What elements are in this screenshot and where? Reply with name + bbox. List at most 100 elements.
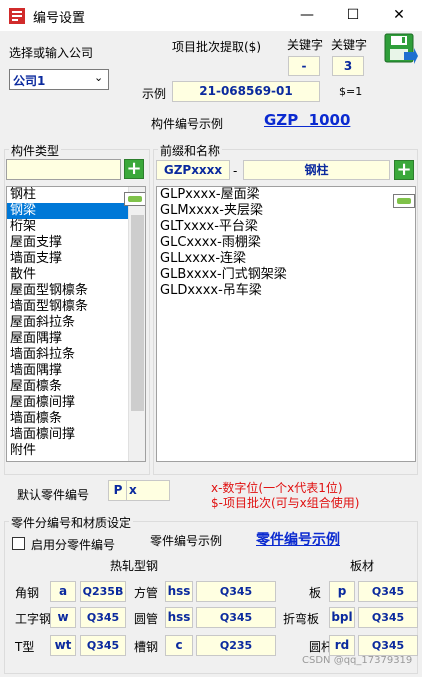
component-example-link[interactable]: GZP 1000 xyxy=(264,111,350,129)
material-code-input[interactable]: w xyxy=(50,607,76,628)
close-icon: ✕ xyxy=(393,7,405,23)
keyword1-input[interactable]: - xyxy=(288,56,320,76)
company-label: 选择或输入公司 xyxy=(9,46,94,60)
type-list-item[interactable]: 墙面檩间撑 xyxy=(7,427,145,443)
title-bar: 编号设置 — ☐ ✕ xyxy=(0,0,422,31)
add-type-button[interactable]: + xyxy=(124,159,144,179)
chevron-down-icon: ⌄ xyxy=(94,71,104,84)
type-list-item[interactable]: 屋面檩条 xyxy=(7,379,145,395)
default-part-prefix[interactable]: P xyxy=(108,480,128,501)
material-grade-input[interactable]: Q345 xyxy=(80,635,126,656)
material-code-input[interactable]: p xyxy=(329,581,355,602)
types-group-title: 构件类型 xyxy=(9,142,62,159)
material-grade-input[interactable]: Q345 xyxy=(80,607,126,628)
part-group-title: 零件分编号和材质设定 xyxy=(9,514,134,531)
material-code-input[interactable]: bpl xyxy=(329,607,355,628)
app-icon xyxy=(9,8,25,24)
material-grade-input[interactable]: Q345 xyxy=(358,581,418,602)
type-list-item[interactable]: 墙面隅撑 xyxy=(7,363,145,379)
example-var: $=1 xyxy=(339,85,363,98)
minimize-icon: — xyxy=(300,7,314,23)
material-grade-input[interactable]: Q235 xyxy=(196,635,276,656)
material-row-label: 工字钢 xyxy=(15,612,52,626)
type-list-item[interactable]: 屋面斜拉条 xyxy=(7,315,145,331)
type-list-item[interactable]: 屋面檩间撑 xyxy=(7,395,145,411)
types-scroll-thumb[interactable] xyxy=(131,215,144,411)
close-button[interactable]: ✕ xyxy=(376,0,422,31)
plus-icon: + xyxy=(126,158,142,179)
default-part-digits[interactable]: x xyxy=(126,480,170,501)
maximize-icon: ☐ xyxy=(346,7,360,23)
material-code-input[interactable]: rd xyxy=(329,635,355,656)
minimize-button[interactable]: — xyxy=(284,0,330,31)
material-row-label: 圆管 xyxy=(134,612,159,626)
save-icon xyxy=(384,33,418,64)
batch-label: 项目批次提取($) xyxy=(172,40,261,54)
watermark: CSDN @qq_17379319 xyxy=(302,655,413,666)
company-select[interactable]: 公司1 ⌄ xyxy=(9,69,109,90)
part-example-link[interactable]: 零件编号示例 xyxy=(256,529,340,549)
enable-subpart-label: 启用分零件编号 xyxy=(31,538,116,552)
material-row-label: 折弯板 xyxy=(283,612,320,626)
type-list-item[interactable]: 墙面斜拉条 xyxy=(7,347,145,363)
prefix-dash: - xyxy=(233,164,238,178)
part-example-label: 零件编号示例 xyxy=(150,534,223,548)
window-title: 编号设置 xyxy=(33,11,86,26)
material-grade-input[interactable]: Q235B xyxy=(80,581,126,602)
material-code-input[interactable]: hss xyxy=(165,607,193,628)
material-code-input[interactable]: wt xyxy=(50,635,76,656)
note-line2: $-项目批次(可与x组合使用) xyxy=(211,496,360,510)
type-list-item[interactable]: 墙面型钢檩条 xyxy=(7,299,145,315)
type-list-item[interactable]: 墙面檩条 xyxy=(7,411,145,427)
type-list-item[interactable]: 屋面型钢檩条 xyxy=(7,283,145,299)
maximize-button[interactable]: ☐ xyxy=(330,0,376,31)
prefix-list-item[interactable]: GLCxxxx-雨棚梁 xyxy=(157,235,415,251)
example-value: 21-068569-01 xyxy=(172,81,320,102)
material-grade-input[interactable]: Q345 xyxy=(358,607,418,628)
component-example-label: 构件编号示例 xyxy=(151,117,224,131)
material-code-input[interactable]: a xyxy=(50,581,76,602)
prefix-input[interactable]: GZPxxxx xyxy=(156,160,230,180)
keyword2-input[interactable]: 3 xyxy=(332,56,364,76)
type-list-item[interactable]: 附件 xyxy=(7,443,145,459)
type-list-item[interactable]: 屋面支撑 xyxy=(7,235,145,251)
remove-type-button[interactable] xyxy=(124,192,145,206)
material-row-label: 板 xyxy=(309,586,322,600)
company-select-value: 公司1 xyxy=(13,74,46,88)
material-row-label: 方管 xyxy=(134,586,159,600)
type-list-item[interactable]: 桁架 xyxy=(7,219,145,235)
type-list-item[interactable]: 屋面隅撑 xyxy=(7,331,145,347)
name-input[interactable]: 钢柱 xyxy=(243,160,390,180)
material-row-label: 槽钢 xyxy=(134,640,159,654)
keyword2-label: 关键字 xyxy=(331,38,368,52)
type-list-item[interactable]: 墙面支撑 xyxy=(7,251,145,267)
plate-label: 板材 xyxy=(350,559,375,573)
material-code-input[interactable]: hss xyxy=(165,581,193,602)
prefix-list-item[interactable]: GLDxxxx-吊车梁 xyxy=(157,283,415,299)
prefix-list-item[interactable]: GLBxxxx-门式钢架梁 xyxy=(157,267,415,283)
types-scrollbar[interactable] xyxy=(128,187,145,461)
prefix-list-item[interactable]: GLLxxxx-连梁 xyxy=(157,251,415,267)
plus-icon: + xyxy=(396,159,412,180)
save-button[interactable] xyxy=(384,33,418,67)
type-input[interactable] xyxy=(6,159,121,180)
material-grade-input[interactable]: Q345 xyxy=(358,635,418,656)
material-grade-input[interactable]: Q345 xyxy=(196,581,276,602)
material-row-label: 角钢 xyxy=(15,586,40,600)
prefix-list[interactable]: GLPxxxx-屋面梁 GLMxxxx-夹层梁 GLTxxxx-平台梁 GLCxxxx… xyxy=(156,186,416,462)
material-row-label: T型 xyxy=(15,640,35,654)
types-list[interactable]: 钢柱 钢梁 桁架 屋面支撑 墙面支撑 散件 屋面型钢檩条 墙面型钢檩条 屋面斜拉条 屋面隅撑 墙面斜… xyxy=(6,186,146,462)
type-list-item[interactable]: 散件 xyxy=(7,267,145,283)
material-code-input[interactable]: c xyxy=(165,635,193,656)
keyword1-label: 关键字 xyxy=(287,38,324,52)
default-part-label: 默认零件编号 xyxy=(17,488,90,502)
add-prefix-button[interactable]: + xyxy=(394,160,414,180)
prefix-list-item[interactable]: GLTxxxx-平台梁 xyxy=(157,219,415,235)
enable-subpart-checkbox[interactable] xyxy=(12,537,25,550)
prefix-list-item[interactable]: GLMxxxx-夹层梁 xyxy=(157,203,415,219)
hot-rolled-label: 热轧型钢 xyxy=(110,559,159,573)
example-label: 示例 xyxy=(142,87,167,101)
remove-prefix-button[interactable] xyxy=(393,194,415,208)
material-grade-input[interactable]: Q345 xyxy=(196,607,276,628)
prefix-list-item[interactable]: GLPxxxx-屋面梁 xyxy=(157,187,415,203)
